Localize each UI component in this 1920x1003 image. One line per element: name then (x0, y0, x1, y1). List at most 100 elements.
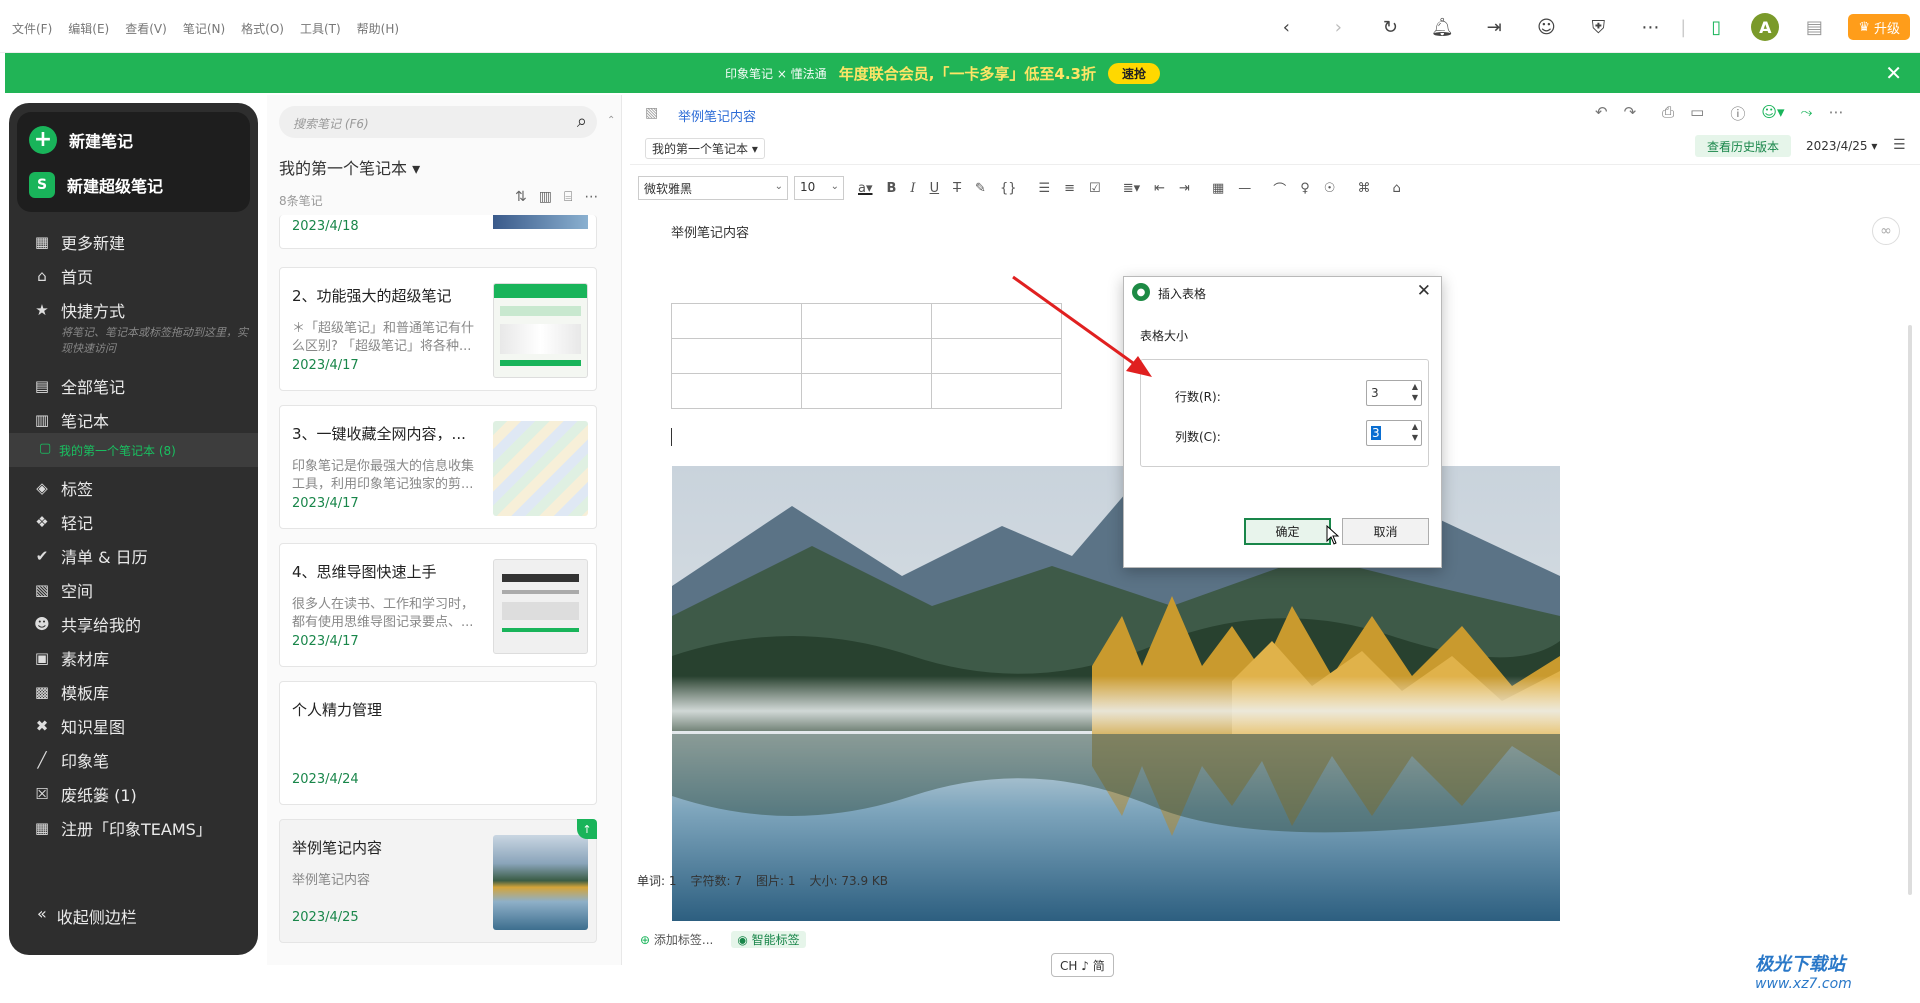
search-input[interactable]: 搜索笔记 (F6) ⌕ (279, 106, 597, 138)
note-body-text[interactable]: 举例笔记内容 (671, 222, 749, 241)
sidebar-item-pen[interactable]: ╱ 印象笔 (33, 748, 109, 772)
promo-banner[interactable]: 印象笔记 × 懂法通 年度联合会员,「一卡多享」低至4.3折 速抢 ✕ (5, 53, 1920, 93)
divider-icon[interactable]: — (1238, 181, 1251, 196)
sidebar-item-quick-note[interactable]: ❖ 轻记 (33, 510, 93, 534)
undo-icon[interactable]: ↶ (1595, 103, 1608, 124)
sort-icon[interactable]: ⇅ (515, 189, 527, 205)
menu-note[interactable]: 笔记(N) (183, 20, 225, 37)
sidebar-item-spaces[interactable]: ▧ 空间 (33, 578, 93, 602)
redo-icon[interactable]: ↷ (1624, 103, 1637, 124)
expand-icon[interactable]: ▧ (645, 105, 658, 121)
new-super-note-button[interactable]: S 新建超级笔记 (29, 172, 163, 198)
close-icon[interactable]: ✕ (1885, 61, 1902, 85)
sidebar-item-trash[interactable]: ☒ 废纸篓 (1) (33, 782, 137, 806)
menu-file[interactable]: 文件(F) (12, 20, 52, 37)
underline-icon[interactable]: U (930, 181, 940, 196)
stamp-icon[interactable]: ♀ (1300, 181, 1310, 196)
ok-button[interactable]: 确定 (1244, 518, 1331, 545)
view-icon[interactable]: ▥ (539, 189, 552, 205)
sidebar-item-materials[interactable]: ▣ 素材库 (33, 646, 109, 670)
share-out-icon[interactable]: ⇥ (1477, 10, 1511, 44)
bold-icon[interactable]: B (887, 181, 897, 196)
sync-icon[interactable]: ↻ (1373, 10, 1407, 44)
menu-view[interactable]: 查看(V) (125, 20, 167, 37)
upgrade-button[interactable]: ♛ 升级 (1848, 14, 1910, 40)
smart-tag-button[interactable]: ◉ 智能标签 (731, 931, 806, 948)
table-cell[interactable] (671, 338, 802, 374)
sidebar-item-home[interactable]: ⌂ 首页 (33, 264, 93, 288)
attachment-icon[interactable]: ⌒ (1273, 179, 1286, 198)
sidebar-item-tasks-calendar[interactable]: ✔ 清单 & 日历 (33, 544, 148, 568)
bell-icon[interactable]: 🔔︎ (1425, 10, 1459, 44)
menu-edit[interactable]: 编辑(E) (68, 20, 109, 37)
share-user-icon[interactable]: ☺▾ (1761, 103, 1784, 124)
note-card[interactable]: 3、一键收藏全网内容，... 印象笔记是你最强大的信息收集工具，利用印象笔记独家… (279, 405, 597, 529)
ime-indicator[interactable]: CH ♪ 简 (1051, 953, 1114, 977)
clip-icon[interactable]: ☉ (1324, 181, 1336, 196)
shield-icon[interactable]: ⛨ (1581, 10, 1615, 44)
menu-help[interactable]: 帮助(H) (357, 20, 399, 37)
checklist-icon[interactable]: ☑ (1089, 181, 1101, 196)
more-icon[interactable]: ⋯ (584, 189, 598, 205)
sidebar-item-more-new[interactable]: ▦ 更多新建 (33, 230, 125, 254)
table-cell[interactable] (801, 338, 932, 374)
editor-scrollbar[interactable] (1908, 325, 1912, 895)
sidebar-item-teams[interactable]: ▦ 注册「印象TEAMS」 (33, 816, 212, 840)
italic-icon[interactable]: I (910, 181, 915, 196)
collapse-sidebar-button[interactable]: « 收起侧边栏 (37, 904, 137, 928)
indent-icon[interactable]: ⇥ (1179, 181, 1190, 196)
cancel-button[interactable]: 取消 (1342, 518, 1429, 545)
font-color-icon[interactable]: a▾ (858, 181, 873, 196)
note-card[interactable]: 个人精力管理 2023/4/24 (279, 681, 597, 805)
sidebar-item-active-notebook[interactable]: ▢ 我的第一个笔记本 (8) (9, 433, 258, 467)
sidebar-item-shared[interactable]: ☻ 共享给我的 (33, 612, 141, 636)
rows-spinner[interactable]: 3 ▲ ▼ (1366, 380, 1422, 406)
notebook-picker[interactable]: 我的第一个笔记本 ▾ (645, 138, 765, 159)
align-icon[interactable]: ≣▾ (1123, 181, 1140, 196)
filter-icon[interactable]: ⌸ (564, 189, 572, 205)
spin-up-icon[interactable]: ▲ (1412, 382, 1418, 391)
close-icon[interactable]: ✕ (1417, 281, 1431, 301)
phone-icon[interactable]: ▯ (1699, 10, 1733, 44)
chevron-left-icon[interactable]: ‹ (1269, 10, 1303, 44)
outdent-icon[interactable]: ⇤ (1154, 181, 1165, 196)
code-icon[interactable]: {} (1000, 181, 1017, 196)
table-cell[interactable] (801, 373, 932, 409)
chevron-right-icon[interactable]: › (1321, 10, 1355, 44)
cols-spinner[interactable]: 3 ▲ ▼ (1366, 420, 1422, 446)
table-icon[interactable]: ▦ (1212, 181, 1224, 196)
table-cell[interactable] (671, 373, 802, 409)
sidebar-item-shortcuts[interactable]: ★ 快捷方式 (33, 298, 125, 322)
more-icon[interactable]: ⋯ (1633, 10, 1667, 44)
avatar[interactable]: A (1751, 13, 1780, 41)
sidebar-item-knowledge-graph[interactable]: ✖ 知识星图 (33, 714, 125, 738)
print-icon[interactable]: ⎙ (1662, 103, 1674, 124)
command-icon[interactable]: ⌘ (1357, 181, 1370, 196)
more-icon[interactable]: ⋯ (1829, 103, 1844, 124)
add-tag-button[interactable]: ⊕ 添加标签... (640, 931, 713, 948)
table-cell[interactable] (931, 303, 1062, 339)
sidebar-item-all-notes[interactable]: ▤ 全部笔记 (33, 374, 125, 398)
strikethrough-icon[interactable]: T (953, 181, 961, 196)
lock-icon[interactable]: ⌂ (1392, 181, 1400, 196)
table-cell[interactable] (931, 338, 1062, 374)
history-button[interactable]: 查看历史版本 (1695, 135, 1792, 157)
menu-tools[interactable]: 工具(T) (300, 20, 341, 37)
highlight-icon[interactable]: ✎ (975, 181, 986, 196)
note-card[interactable]: 4、思维导图快速上手 很多人在读书、工作和学习时，都有使用思维导图记录要点、..… (279, 543, 597, 667)
book-icon[interactable]: ▤ (1797, 10, 1831, 44)
notebook-title[interactable]: 我的第一个笔记本 ▾ (279, 155, 420, 179)
note-date-picker[interactable]: 2023/4/25 ▾ (1806, 139, 1877, 153)
sidebar-item-notebooks[interactable]: ▥ 笔记本 (33, 408, 109, 432)
size-select[interactable]: 10 ⌄ (794, 176, 844, 200)
bullet-list-icon[interactable]: ☰ (1038, 181, 1050, 196)
table-cell[interactable] (671, 303, 802, 339)
font-select[interactable]: 微软雅黑 ⌄ (638, 176, 788, 200)
spin-down-icon[interactable]: ▼ (1412, 433, 1418, 442)
link-icon[interactable]: ∞ (1872, 217, 1900, 245)
smile-icon[interactable]: ☺ (1529, 10, 1563, 44)
table-cell[interactable] (931, 373, 1062, 409)
table-cell[interactable] (801, 303, 932, 339)
chevron-up-icon[interactable]: ⌃ (607, 115, 615, 126)
note-table[interactable] (671, 303, 1062, 409)
